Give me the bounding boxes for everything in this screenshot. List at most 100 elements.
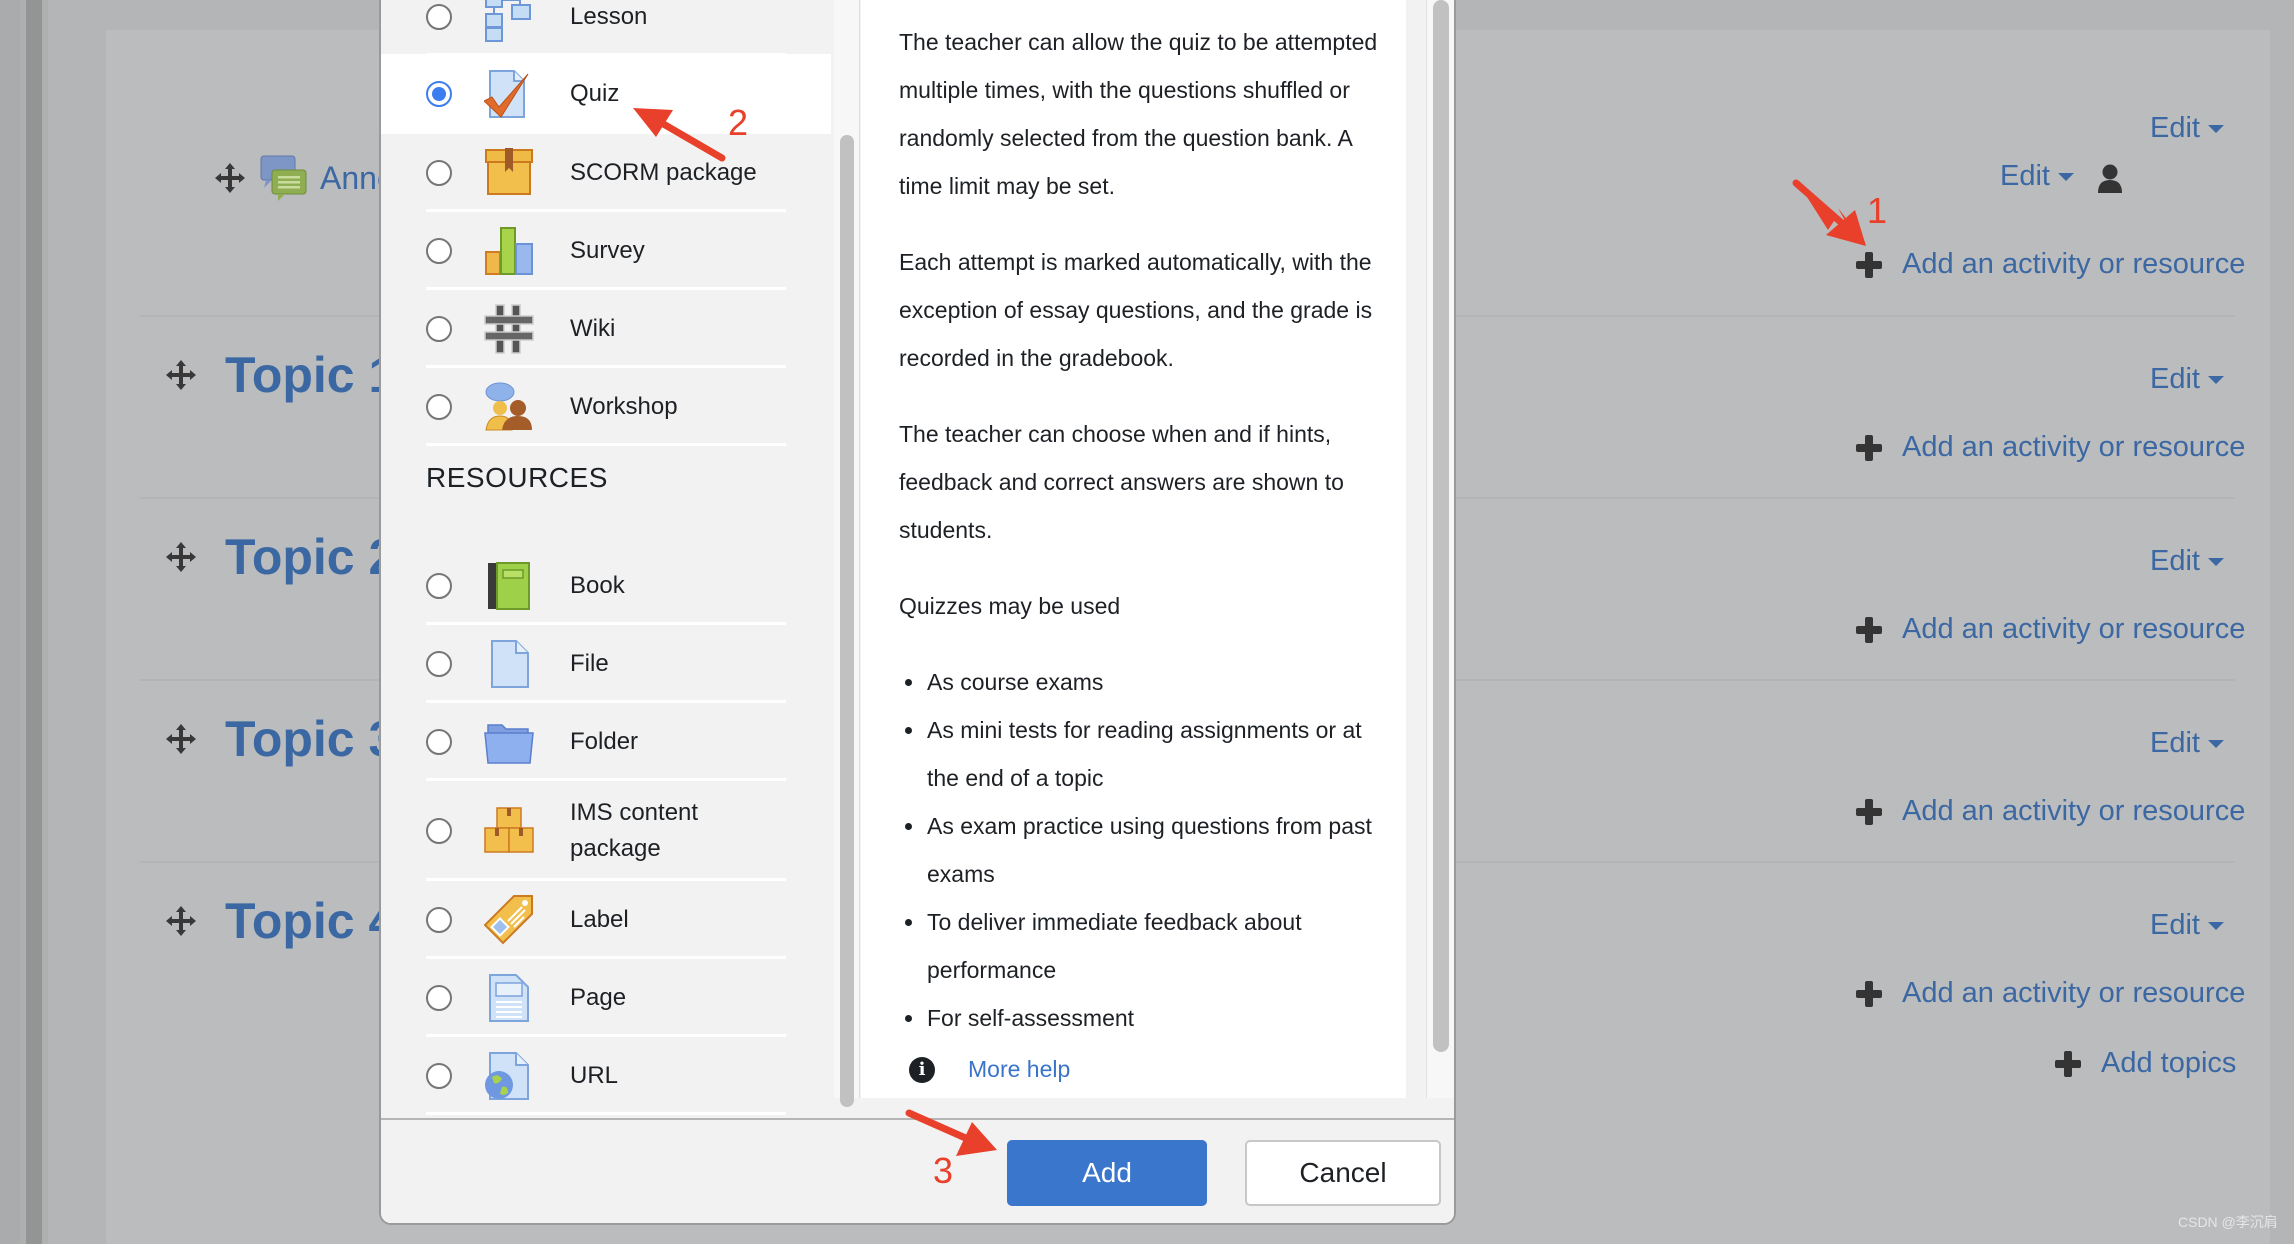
help-bullet: As mini tests for reading assignments or…	[905, 706, 1399, 802]
topic-section-3: Topic 3	[165, 710, 396, 768]
help-paragraph: Quizzes may be used	[899, 593, 1121, 619]
step-number-1: 1	[1867, 190, 1888, 231]
lesson-icon	[485, 0, 531, 42]
edit-label: Edit	[2150, 909, 2200, 941]
radio-button[interactable]	[426, 238, 452, 264]
radio-button[interactable]	[426, 818, 452, 844]
module-label: IMS content package	[570, 799, 699, 862]
edit-menu-section[interactable]: Edit	[2150, 112, 2224, 145]
topic-section-2: Topic 2	[165, 528, 396, 586]
radio-button[interactable]	[426, 985, 452, 1011]
radio-button-selected[interactable]	[426, 81, 452, 107]
help-paragraph: Each attempt is marked automatically, wi…	[899, 249, 1373, 371]
radio-button[interactable]	[426, 907, 452, 933]
module-option-label[interactable]: Label	[381, 881, 831, 959]
scrollbar-thumb[interactable]	[1433, 0, 1449, 1052]
edit-label: Edit	[2000, 160, 2050, 192]
module-option-book[interactable]: Book	[381, 547, 831, 625]
module-option-scorm-package[interactable]: SCORM package	[381, 134, 831, 212]
add-button[interactable]: Add	[1007, 1140, 1207, 1206]
add-activity-button-general[interactable]: Add an activity or resource	[1856, 248, 2245, 281]
radio-button[interactable]	[426, 316, 452, 342]
book-icon	[488, 562, 530, 610]
window-edge	[42, 0, 48, 1244]
module-option-url[interactable]: URL	[381, 1037, 831, 1115]
add-activity-button-topic-1[interactable]: Add an activity or resource	[1856, 431, 2245, 464]
module-label: Folder	[570, 728, 639, 755]
wiki-icon	[484, 304, 534, 354]
add-activity-button-topic-3[interactable]: Add an activity or resource	[1856, 795, 2245, 828]
move-icon[interactable]	[165, 541, 197, 573]
caret-down-icon	[2207, 558, 2224, 567]
more-help: i More help	[909, 1056, 1070, 1083]
radio-button[interactable]	[426, 394, 452, 420]
add-activity-button-topic-2[interactable]: Add an activity or resource	[1856, 613, 2245, 646]
topic-title[interactable]: Topic 1	[225, 346, 396, 404]
plus-icon	[1856, 980, 1882, 1007]
edit-menu-topic-4[interactable]: Edit	[2150, 909, 2224, 942]
topic-title[interactable]: Topic 2	[225, 528, 396, 586]
edit-menu-topic-1[interactable]: Edit	[2150, 363, 2224, 396]
module-label: Survey	[570, 237, 645, 264]
add-activity-label: Add an activity or resource	[1902, 977, 2246, 1009]
help-paragraph: The teacher can allow the quiz to be att…	[899, 29, 1378, 199]
edit-label: Edit	[2150, 545, 2200, 577]
workshop-icon	[485, 382, 532, 431]
radio-button[interactable]	[426, 1063, 452, 1089]
announcements-activity[interactable]: Anno	[214, 154, 395, 202]
topic-section-4: Topic 4	[165, 892, 396, 950]
module-option-folder[interactable]: Folder	[381, 703, 831, 781]
move-icon[interactable]	[165, 905, 197, 937]
add-activity-button-topic-4[interactable]: Add an activity or resource	[1856, 977, 2245, 1010]
radio-button[interactable]	[426, 4, 452, 30]
topic-section-1: Topic 1	[165, 346, 396, 404]
module-option-ims-content-package[interactable]: IMS content package	[381, 781, 831, 881]
cancel-button[interactable]: Cancel	[1245, 1140, 1441, 1206]
info-icon: i	[909, 1056, 935, 1083]
user-icon[interactable]	[2097, 164, 2123, 194]
module-label: Lesson	[570, 3, 648, 30]
add-topics-button[interactable]: Add topics	[2055, 1047, 2236, 1080]
module-option-page[interactable]: Page	[381, 959, 831, 1037]
radio-button[interactable]	[426, 573, 452, 599]
window-edge	[0, 0, 20, 1244]
topic-title[interactable]: Topic 4	[225, 892, 396, 950]
radio-button[interactable]	[426, 160, 452, 186]
help-bullet: To deliver immediate feedback about perf…	[905, 898, 1399, 994]
scrollbar-thumb[interactable]	[840, 135, 854, 1107]
edit-menu-topic-2[interactable]: Edit	[2150, 545, 2224, 578]
edit-label: Edit	[2150, 112, 2200, 144]
help-panel-scrollbar[interactable]	[1426, 0, 1454, 1098]
caret-down-icon	[2207, 922, 2224, 931]
module-option-survey[interactable]: Survey	[381, 212, 831, 290]
more-help-link[interactable]: More help	[968, 1056, 1070, 1083]
caret-down-icon	[2207, 125, 2224, 134]
edit-menu-topic-3[interactable]: Edit	[2150, 727, 2224, 760]
page-scrollbar[interactable]	[26, 0, 42, 1244]
add-activity-label: Add an activity or resource	[1902, 431, 2246, 463]
module-option-workshop[interactable]: Workshop	[381, 368, 831, 446]
step-number-2: 2	[728, 102, 749, 143]
page-icon	[489, 974, 529, 1022]
forum-icon	[260, 155, 307, 201]
edit-label: Edit	[2150, 363, 2200, 395]
radio-button[interactable]	[426, 729, 452, 755]
module-list-scrollbar[interactable]	[834, 0, 860, 1107]
move-icon[interactable]	[214, 162, 246, 194]
help-bullet: As course exams	[905, 658, 1399, 706]
step-number-3: 3	[933, 1150, 954, 1191]
module-option-lesson[interactable]: Lesson	[381, 0, 831, 56]
module-label: Workshop	[570, 393, 678, 420]
module-option-wiki[interactable]: Wiki	[381, 290, 831, 368]
resources-heading: RESOURCES	[426, 462, 608, 493]
label-icon	[484, 895, 533, 945]
edit-menu-announcements[interactable]: Edit	[2000, 160, 2074, 193]
topic-title[interactable]: Topic 3	[225, 710, 396, 768]
folder-icon	[484, 724, 534, 764]
module-option-quiz[interactable]: Quiz	[381, 54, 831, 134]
module-label: Wiki	[570, 315, 616, 342]
radio-button[interactable]	[426, 651, 452, 677]
move-icon[interactable]	[165, 359, 197, 391]
move-icon[interactable]	[165, 723, 197, 755]
module-option-file[interactable]: File	[381, 625, 831, 703]
